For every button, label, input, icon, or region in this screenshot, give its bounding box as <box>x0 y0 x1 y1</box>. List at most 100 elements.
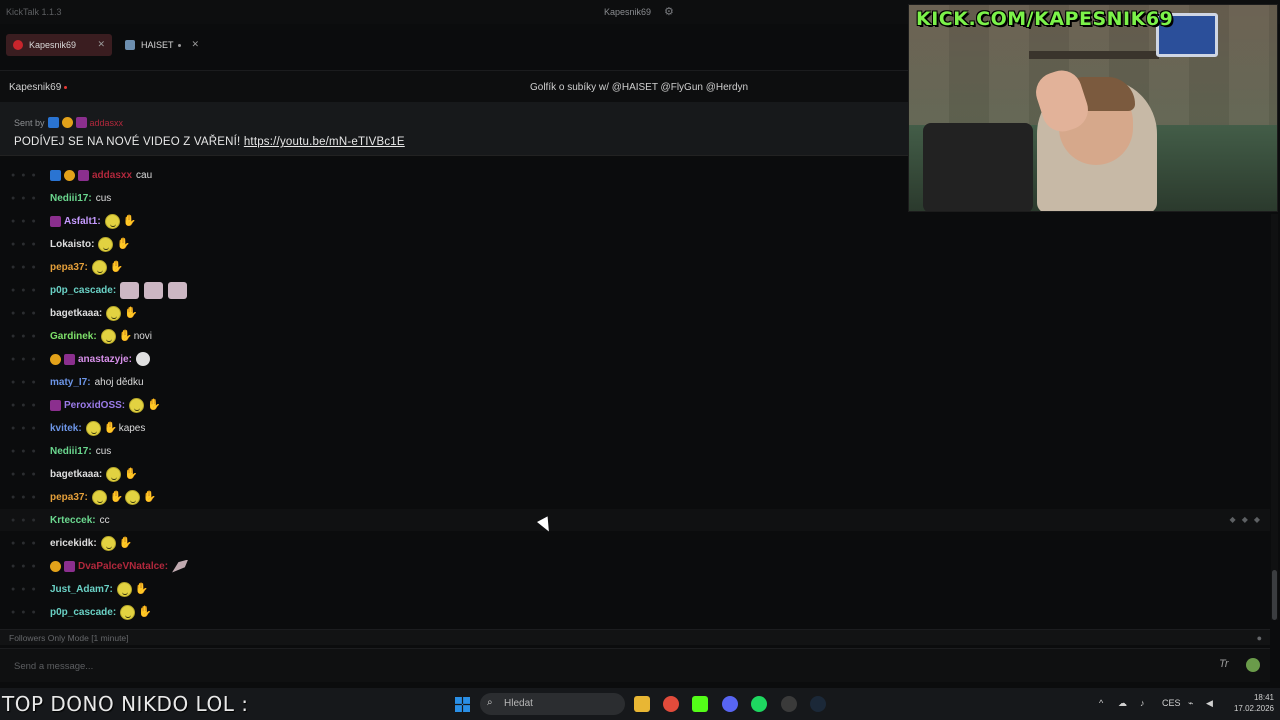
file-explorer-icon[interactable] <box>634 696 650 712</box>
ban-icon[interactable]: ● <box>11 540 15 547</box>
close-icon[interactable]: ✕ <box>191 39 199 50</box>
delete-icon[interactable]: ● <box>31 517 35 524</box>
ban-icon[interactable]: ● <box>11 425 15 432</box>
timeout-icon[interactable]: ● <box>21 402 25 409</box>
mod-tools[interactable]: ● ● ● <box>0 609 50 616</box>
chevron-up-icon[interactable]: ^ <box>1099 698 1103 708</box>
chat-message[interactable]: ● ● ● p0p_cascade: ✋ <box>0 601 1270 623</box>
chat-username[interactable]: Krteccek: <box>50 515 96 526</box>
delete-icon[interactable]: ● <box>31 172 35 179</box>
ban-icon[interactable]: ● <box>11 333 15 340</box>
chat-message[interactable]: ● ● ● Asfalt1: ✋ <box>0 210 1270 232</box>
chat-username[interactable]: ericekidk: <box>50 538 97 549</box>
chat-username[interactable]: Nediii17: <box>50 446 92 457</box>
mod-tools[interactable]: ● ● ● <box>0 333 50 340</box>
emote-picker-icon[interactable] <box>1246 658 1260 672</box>
spotify-icon[interactable] <box>751 696 767 712</box>
chat-message[interactable]: ● ● ● kvitek: ✋ kapes <box>0 417 1270 439</box>
ban-icon[interactable]: ● <box>11 264 15 271</box>
chat-username[interactable]: kvitek: <box>50 423 82 434</box>
chat-username[interactable]: bagetkaaa: <box>50 308 102 319</box>
chat-username[interactable]: Asfalt1: <box>64 216 101 227</box>
ban-icon[interactable]: ● <box>11 195 15 202</box>
chat-message[interactable]: ● ● ● Just_Adam7: ✋ <box>0 578 1270 600</box>
delete-icon[interactable]: ● <box>31 609 35 616</box>
timeout-icon[interactable]: ● <box>21 356 25 363</box>
chat-message[interactable]: ● ● ● DvaPalceVNatalce: <box>0 555 1270 577</box>
chat-username[interactable]: DvaPalceVNatalce: <box>78 561 168 572</box>
delete-icon[interactable]: ● <box>31 494 35 501</box>
ban-icon[interactable]: ● <box>11 517 15 524</box>
mod-tools[interactable]: ● ● ● <box>0 563 50 570</box>
timeout-icon[interactable]: ● <box>21 287 25 294</box>
delete-icon[interactable]: ● <box>31 333 35 340</box>
timeout-icon[interactable]: ● <box>21 540 25 547</box>
chat-username[interactable]: addasxx <box>92 170 132 181</box>
ban-icon[interactable]: ● <box>11 494 15 501</box>
chat-message[interactable]: ● ● ● bagetkaaa: ✋ <box>0 302 1270 324</box>
ban-icon[interactable]: ● <box>11 402 15 409</box>
timeout-icon[interactable]: ● <box>21 379 25 386</box>
timeout-icon[interactable]: ● <box>21 195 25 202</box>
timeout-icon[interactable]: ● <box>21 241 25 248</box>
chat-username[interactable]: pepa37: <box>50 492 88 503</box>
chrome-icon[interactable] <box>663 696 679 712</box>
ban-icon[interactable]: ● <box>11 379 15 386</box>
message-actions[interactable]: ◆ ◆ ◆ <box>1230 515 1260 524</box>
taskbar-search[interactable]: ⌕ Hledat <box>480 693 625 715</box>
chat-message[interactable]: ● ● ● maty_I7: ahoj dědku <box>0 371 1270 393</box>
tab-kapesnik69[interactable]: Kapesnik69 ✕ <box>6 34 112 56</box>
timeout-icon[interactable]: ● <box>21 264 25 271</box>
chat-message[interactable]: ● ● ● p0p_cascade: <box>0 279 1270 301</box>
delete-icon[interactable]: ● <box>31 195 35 202</box>
close-icon[interactable]: ✕ <box>97 39 105 50</box>
translate-icon[interactable]: Tr <box>1219 658 1229 670</box>
delete-icon[interactable]: ● <box>31 218 35 225</box>
mod-tools[interactable]: ● ● ● <box>0 287 50 294</box>
delete-icon[interactable]: ● <box>31 356 35 363</box>
timeout-icon[interactable]: ● <box>21 609 25 616</box>
chat-username[interactable]: maty_I7: <box>50 377 91 388</box>
delete-icon[interactable]: ● <box>31 379 35 386</box>
ban-icon[interactable]: ● <box>11 609 15 616</box>
mod-tools[interactable]: ● ● ● <box>0 356 50 363</box>
mod-tools[interactable]: ● ● ● <box>0 494 50 501</box>
info-icon[interactable]: ● <box>1257 633 1262 643</box>
chat-message[interactable]: ● ● ● Gardinek: ✋ novi <box>0 325 1270 347</box>
chat-username[interactable]: bagetkaaa: <box>50 469 102 480</box>
chat-message[interactable]: ● ● ● Krteccek: cc ◆ ◆ ◆ <box>0 509 1270 531</box>
mod-tools[interactable]: ● ● ● <box>0 241 50 248</box>
channel-name[interactable]: Kapesnik69 <box>9 82 68 93</box>
mod-tools[interactable]: ● ● ● <box>0 402 50 409</box>
chat-username[interactable]: PeroxidOSS: <box>64 400 125 411</box>
mod-tools[interactable]: ● ● ● <box>0 517 50 524</box>
delete-icon[interactable]: ● <box>31 586 35 593</box>
scrollbar-thumb[interactable] <box>1272 570 1277 620</box>
chat-list[interactable]: ● ● ● addasxx cau ● ● ● Nediii17: cus ● ● ● Asfalt1: ✋… <box>0 164 1270 622</box>
obs-icon[interactable] <box>781 696 797 712</box>
pinned-username[interactable]: addasxx <box>90 118 124 128</box>
timeout-icon[interactable]: ● <box>21 172 25 179</box>
mod-tools[interactable]: ● ● ● <box>0 586 50 593</box>
mod-tools[interactable]: ● ● ● <box>0 471 50 478</box>
mod-tools[interactable]: ● ● ● <box>0 218 50 225</box>
delete-icon[interactable]: ● <box>31 310 35 317</box>
timeout-icon[interactable]: ● <box>21 494 25 501</box>
timeout-icon[interactable]: ● <box>21 333 25 340</box>
chat-message[interactable]: ● ● ● bagetkaaa: ✋ <box>0 463 1270 485</box>
chat-message[interactable]: ● ● ● anastazyje: <box>0 348 1270 370</box>
discord-icon[interactable] <box>722 696 738 712</box>
mod-tools[interactable]: ● ● ● <box>0 425 50 432</box>
onedrive-icon[interactable]: ☁ <box>1118 698 1127 709</box>
chat-message[interactable]: ● ● ● PeroxidOSS: ✋ <box>0 394 1270 416</box>
delete-icon[interactable]: ● <box>31 425 35 432</box>
pin-icon[interactable]: ◆ <box>1230 515 1236 524</box>
tab-haiset[interactable]: HAISET ✕ <box>118 34 206 56</box>
chat-message[interactable]: ● ● ● pepa37: ✋ ✋ <box>0 486 1270 508</box>
chat-username[interactable]: Gardinek: <box>50 331 97 342</box>
windows-start-icon[interactable] <box>455 697 470 712</box>
chat-message[interactable]: ● ● ● pepa37: ✋ <box>0 256 1270 278</box>
timeout-icon[interactable]: ● <box>21 218 25 225</box>
timeout-icon[interactable]: ● <box>21 471 25 478</box>
delete-icon[interactable]: ● <box>31 241 35 248</box>
